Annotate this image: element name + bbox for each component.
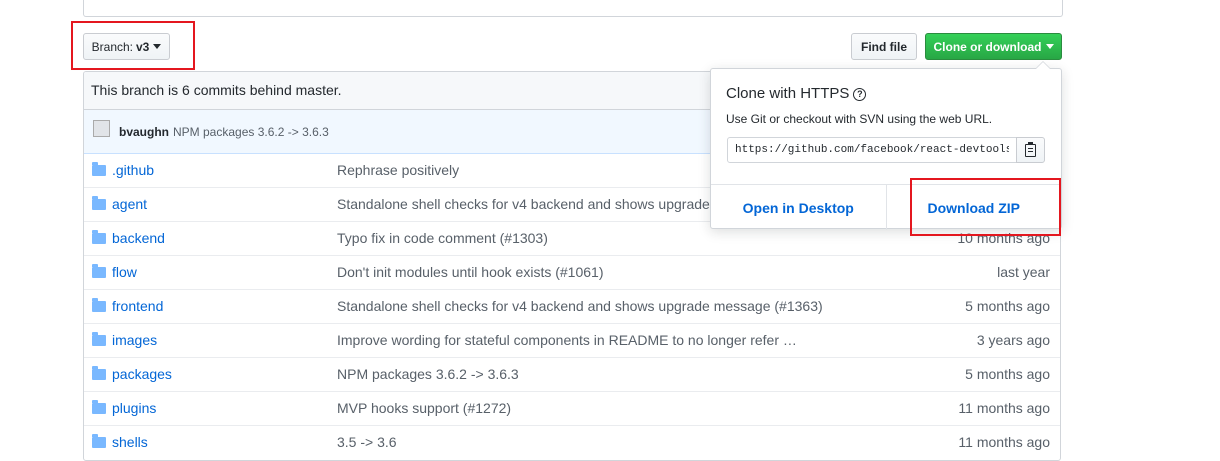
folder-icon [92,332,106,346]
file-name-link[interactable]: images [112,332,157,348]
avatar[interactable] [93,120,110,137]
commit-message-link[interactable]: Don't init modules until hook exists (#1… [337,264,603,280]
copy-url-button[interactable] [1016,137,1045,163]
commit-age: last year [997,264,1050,280]
clone-popover: Clone with HTTPS? Use Git or checkout wi… [710,61,1062,230]
clipboard-icon [1025,141,1036,157]
file-row: flow Don't init modules until hook exists… [84,255,1060,289]
branch-select-button[interactable]: Branch: v3 [83,33,170,60]
clone-description: Use Git or checkout with SVN using the w… [726,112,993,126]
commit-message-link[interactable]: Standalone shell checks for v4 backend a… [337,196,725,212]
branch-label: Branch: [91,39,133,54]
commit-age: 11 months ago [958,400,1050,416]
folder-icon [92,196,106,210]
caret-down-icon [1045,44,1054,49]
caret-down-icon [153,44,162,49]
commit-message-link[interactable]: Typo fix in code comment (#1303) [337,230,548,246]
file-row: shells 3.5 -> 3.6 11 months ago [84,425,1060,459]
commit-message-link[interactable]: Standalone shell checks for v4 backend a… [337,298,823,314]
find-file-button[interactable]: Find file [851,33,917,60]
file-name-link[interactable]: plugins [112,400,156,416]
commit-message-link[interactable]: Improve wording for stateful components … [337,332,797,348]
file-name-link[interactable]: frontend [112,298,163,314]
file-row: images Improve wording for stateful compo… [84,323,1060,357]
file-name-link[interactable]: .github [112,162,154,178]
commit-author[interactable]: bvaughn [119,125,169,139]
file-row: frontend Standalone shell checks for v4 b… [84,289,1060,323]
clone-or-download-button[interactable]: Clone or download [925,33,1062,60]
file-row: plugins MVP hooks support (#1272) 11 month… [84,391,1060,425]
file-name-link[interactable]: agent [112,196,147,212]
commit-age: 10 months ago [957,230,1050,246]
file-name-link[interactable]: packages [112,366,172,382]
folder-icon [92,434,106,448]
clone-popover-title: Clone with HTTPS [726,85,850,102]
file-name-link[interactable]: flow [112,264,137,280]
commit-message-link[interactable]: NPM packages 3.6.2 -> 3.6.3 [337,366,519,382]
commit-message-link[interactable]: Rephrase positively [337,162,459,178]
clone-button-label: Clone or download [933,39,1042,54]
commit-message-link[interactable]: MVP hooks support (#1272) [337,400,511,416]
open-in-desktop-link[interactable]: Open in Desktop [711,185,887,230]
branch-name: v3 [136,39,150,54]
folder-icon [92,298,106,312]
commit-age: 3 years ago [976,332,1050,348]
file-row: packages NPM packages 3.6.2 -> 3.6.3 5 mon… [84,357,1060,391]
folder-icon [92,400,106,414]
folder-icon [92,162,106,176]
folder-icon [92,366,106,380]
commit-age: 5 months ago [965,366,1050,382]
commit-age: 5 months ago [965,298,1050,314]
commit-message[interactable]: NPM packages 3.6.2 -> 3.6.3 [173,125,329,139]
folder-icon [92,264,106,278]
clone-popover-title-wrap: Clone with HTTPS? [726,85,867,102]
clone-popover-actions: Open in Desktop Download ZIP [711,184,1061,230]
question-icon[interactable]: ? [853,88,867,101]
clone-url-input[interactable] [727,137,1017,163]
folder-icon [92,230,106,244]
previous-panel-edge [83,0,1063,17]
download-zip-link[interactable]: Download ZIP [887,185,1062,230]
file-name-link[interactable]: backend [112,230,165,246]
